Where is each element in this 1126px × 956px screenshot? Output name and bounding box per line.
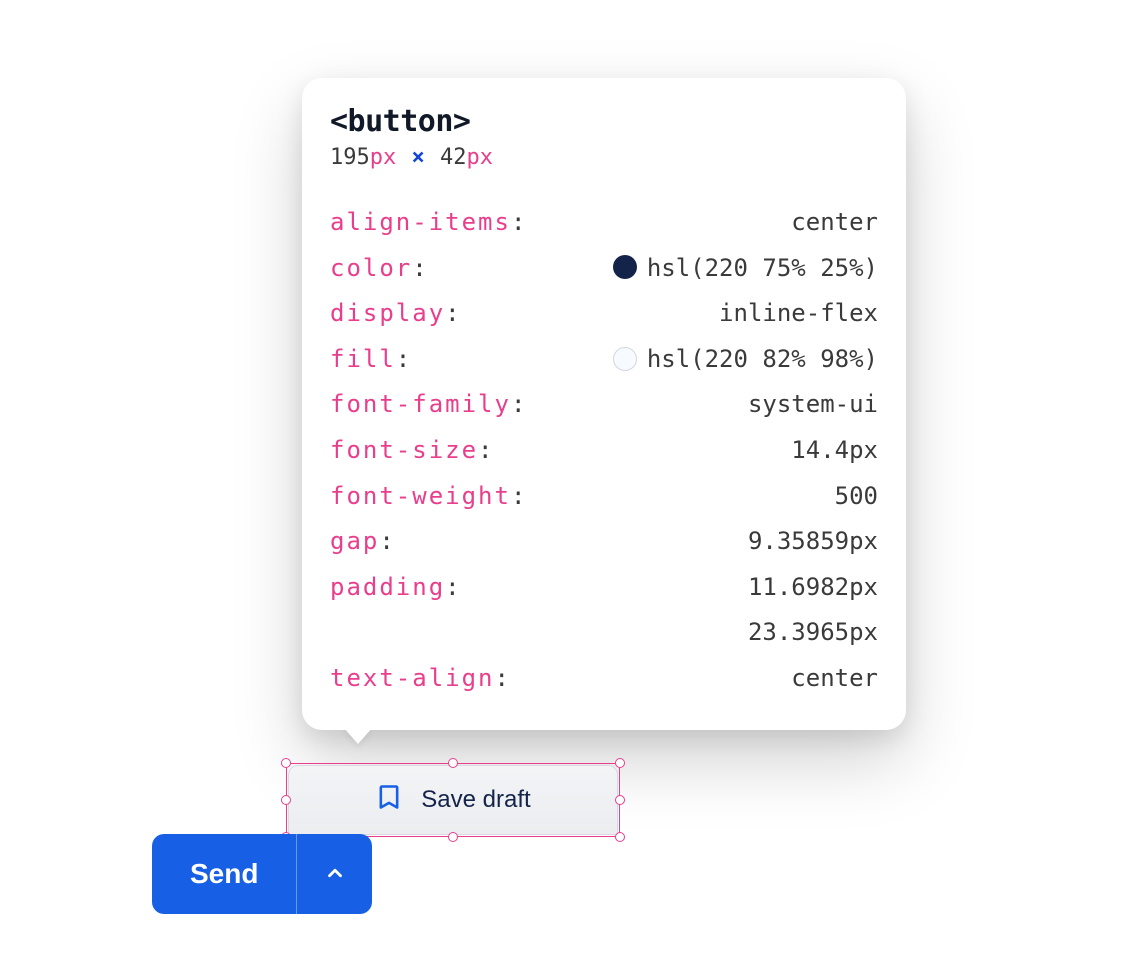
dim-width: 195 [330,145,370,170]
dim-width-unit: px [370,145,397,170]
send-button-group: Send [152,834,372,914]
dim-separator: × [410,145,427,170]
css-property-name: font-weight: [330,474,525,520]
css-property-name: padding: [330,565,460,611]
css-properties-list: align-items: center color: hsl(220 75% 25%)… [330,200,878,702]
dim-height: 42 [440,145,467,170]
css-property-value: inline-flex [719,291,878,337]
css-property-row: color: hsl(220 75% 25%) [330,246,878,292]
css-property-name: align-items: [330,200,525,246]
css-property-value: 9.35859px [748,519,878,565]
css-property-name: font-family: [330,382,525,428]
dim-height-unit: px [467,145,494,170]
css-property-value: 14.4px [791,428,878,474]
css-property-row: font-family: system-ui [330,382,878,428]
css-property-row: align-items: center [330,200,878,246]
css-property-value: system-ui [748,382,878,428]
css-property-value: center [791,656,878,702]
send-label: Send [190,858,258,889]
send-menu-toggle[interactable] [296,834,372,914]
inspector-tooltip: <button> 195px × 42px align-items:center… [302,78,906,730]
css-property-row: display: inline-flex [330,291,878,337]
css-property-name: color: [330,246,427,292]
css-property-value: hsl(220 82% 98%) [613,337,878,383]
inspected-element-dimensions: 195px × 42px [330,145,878,170]
css-property-row: fill: hsl(220 82% 98%) [330,337,878,383]
css-property-name: display: [330,291,460,337]
send-button[interactable]: Send [152,834,296,914]
color-swatch-icon [613,255,637,279]
css-property-value: center [791,200,878,246]
css-property-name: font-size: [330,428,493,474]
css-property-row: font-weight: 500 [330,474,878,520]
resize-handle[interactable] [615,758,625,768]
save-draft-button[interactable]: Save draft [288,765,618,835]
color-swatch-icon [613,347,637,371]
css-property-value: 11.6982px 23.3965px [748,565,878,656]
css-property-value: hsl(220 75% 25%) [613,246,878,292]
css-property-name: fill: [330,337,410,383]
bookmark-icon [375,783,403,818]
css-property-row: font-size: 14.4px [330,428,878,474]
css-property-name: gap: [330,519,394,565]
save-draft-label: Save draft [421,786,530,814]
resize-handle[interactable] [281,758,291,768]
css-property-value: 500 [835,474,878,520]
css-property-row: text-align: center [330,656,878,702]
css-property-row: padding: 11.6982px 23.3965px [330,565,878,656]
css-property-row: gap: 9.35859px [330,519,878,565]
chevron-up-icon [324,862,346,887]
css-property-name: text-align: [330,656,509,702]
inspected-element-tag: <button> [330,104,878,139]
